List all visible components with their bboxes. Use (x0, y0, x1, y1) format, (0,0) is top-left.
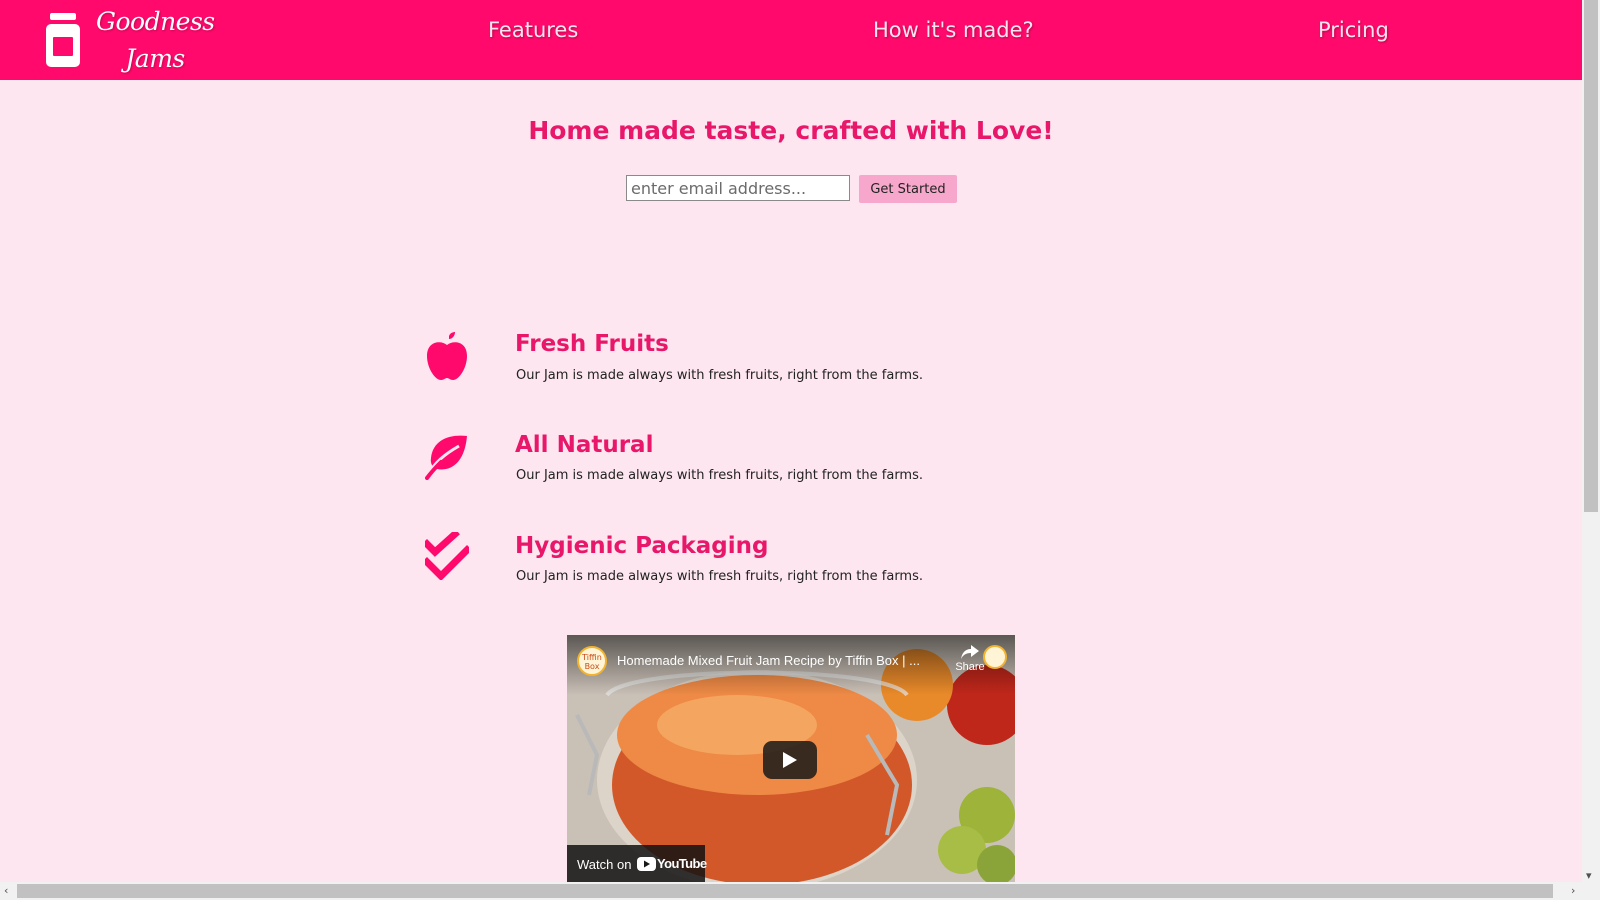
feature-text-fresh-fruits: Our Jam is made always with fresh fruits… (516, 368, 924, 383)
play-icon (783, 752, 797, 768)
channel-logo[interactable]: Tiffin Box (577, 646, 607, 676)
play-button[interactable] (763, 741, 817, 779)
feature-text-all-natural: Our Jam is made always with fresh fruits… (516, 468, 924, 483)
youtube-icon (637, 857, 656, 871)
feature-text-hygienic-packaging: Our Jam is made always with fresh fruits… (516, 569, 924, 584)
brand-line-1: Goodness (96, 7, 215, 36)
navbar: Goodness Jams Features How it's made? Pr… (0, 0, 1582, 80)
watch-on-youtube-button[interactable]: Watch on YouTube (567, 845, 707, 883)
feature-title-fresh-fruits: Fresh Fruits (515, 331, 669, 357)
youtube-video-embed[interactable]: Tiffin Box Homemade Mixed Fruit Jam Reci… (567, 635, 1015, 883)
channel-avatar[interactable] (983, 645, 1007, 669)
youtube-wordmark: YouTube (657, 856, 707, 871)
vertical-scrollbar-thumb[interactable] (1584, 0, 1598, 512)
brand-line-2: Jams (125, 44, 185, 73)
video-title[interactable]: Homemade Mixed Fruit Jam Recipe by Tiffi… (617, 653, 947, 668)
vertical-scrollbar[interactable]: ▾ (1582, 0, 1600, 882)
share-icon (961, 645, 979, 659)
nav-link-how-its-made[interactable]: How it's made? (873, 18, 1034, 42)
leaf-icon (425, 435, 467, 480)
scroll-down-arrow-icon[interactable]: ▾ (1586, 870, 1592, 881)
hero-title: Home made taste, crafted with Love! (528, 116, 1054, 145)
scroll-left-arrow-icon[interactable]: ‹ (4, 885, 8, 896)
horizontal-scrollbar-thumb[interactable] (17, 884, 1553, 898)
nav-link-features[interactable]: Features (488, 18, 578, 42)
scroll-right-arrow-icon[interactable]: › (1571, 885, 1575, 896)
apple-icon (427, 332, 467, 380)
brand-logo-text[interactable]: Goodness Jams (96, 3, 215, 77)
share-label: Share (955, 661, 985, 673)
nav-link-pricing[interactable]: Pricing (1318, 18, 1389, 42)
email-input[interactable] (626, 175, 850, 201)
jar-icon (46, 13, 80, 67)
horizontal-scrollbar[interactable]: ‹ › (0, 882, 1600, 900)
feature-title-hygienic-packaging: Hygienic Packaging (515, 533, 769, 559)
double-check-icon (425, 532, 469, 580)
feature-title-all-natural: All Natural (515, 432, 654, 458)
get-started-button[interactable]: Get Started (859, 175, 957, 203)
watch-on-label: Watch on (577, 857, 632, 872)
